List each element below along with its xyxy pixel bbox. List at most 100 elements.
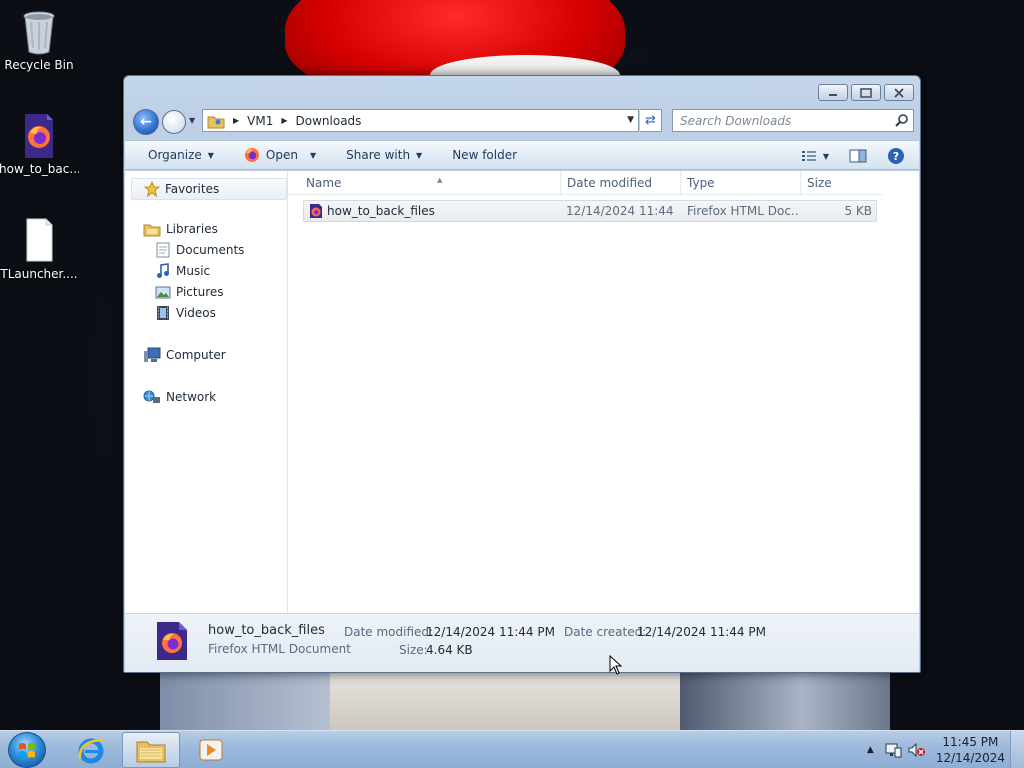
folder-icon [136, 741, 166, 763]
address-history-dropdown[interactable]: ▼ [627, 115, 634, 125]
change-view-button[interactable] [797, 141, 821, 171]
desktop-icon-label: TLauncher.... [0, 267, 78, 281]
organize-label: Organize [148, 148, 202, 162]
star-icon [144, 181, 160, 197]
documents-icon [156, 242, 170, 258]
navigation-pane: Favorites Libraries Documents Music Pict… [125, 171, 288, 613]
mouse-cursor-icon [609, 655, 623, 675]
maximize-button[interactable] [851, 84, 881, 101]
scroll-gutter [883, 171, 919, 613]
view-options-dropdown[interactable]: ▼ [821, 141, 839, 171]
nav-item-computer[interactable]: Computer [143, 347, 226, 363]
taskbar-media-player[interactable] [182, 732, 240, 768]
media-player-icon [199, 739, 223, 761]
help-button[interactable]: ? [877, 141, 919, 171]
caption-buttons [818, 84, 914, 101]
address-row: ← ▼ ▶ VM1 ▶ Downloads ▼ ⇄ Search Downloa… [132, 108, 914, 135]
refresh-icon: ⇄ [645, 113, 656, 128]
nav-item-label: Computer [166, 348, 226, 362]
file-date-modified: 12/14/2024 11:44 ... [566, 204, 678, 218]
table-row[interactable]: how_to_back_files 12/14/2024 11:44 ... F… [303, 200, 877, 222]
volume-muted-icon[interactable] [908, 742, 926, 758]
details-size-value: 4.64 KB [426, 643, 473, 657]
nav-item-network[interactable]: Network [143, 389, 216, 405]
show-desktop-button[interactable] [1010, 731, 1024, 768]
share-with-button[interactable]: Share with ▼ [328, 140, 434, 170]
new-folder-label: New folder [452, 148, 518, 162]
nav-item-music[interactable]: Music [155, 263, 210, 279]
column-header-name[interactable]: Name ▲ [300, 171, 561, 195]
file-type: Firefox HTML Doc... [687, 204, 799, 218]
minimize-icon [829, 93, 837, 96]
column-header-date-modified[interactable]: Date modified [561, 171, 681, 195]
open-button[interactable]: Open ▼ [226, 140, 328, 170]
nav-item-favorites[interactable]: Favorites [131, 178, 287, 200]
refresh-button[interactable]: ⇄ [640, 109, 662, 132]
search-box[interactable]: Search Downloads [672, 109, 914, 132]
nav-item-libraries[interactable]: Libraries [143, 221, 218, 237]
breadcrumb-vm1[interactable]: VM1 [247, 114, 273, 128]
breadcrumb-downloads[interactable]: Downloads [296, 114, 362, 128]
firefox-document-icon [25, 114, 53, 158]
clock-time: 11:45 PM [942, 735, 999, 749]
nav-item-label: Pictures [176, 285, 224, 299]
desktop-icon-tlauncher[interactable]: TLauncher.... [0, 217, 79, 281]
chevron-down-icon: ▼ [822, 151, 829, 161]
chevron-down-icon: ▼ [309, 150, 317, 160]
preview-pane-button[interactable] [839, 141, 877, 171]
taskbar-internet-explorer[interactable] [62, 732, 120, 768]
search-input[interactable]: Search Downloads [680, 114, 791, 128]
music-icon [157, 263, 169, 278]
details-date-modified-value: 12/14/2024 11:44 PM [426, 625, 555, 639]
desktop-icon-label: how_to_bac... [0, 162, 79, 176]
network-icon [143, 390, 160, 403]
show-hidden-icons-arrow[interactable]: ▲ [867, 745, 874, 755]
clock[interactable]: 11:45 PM 12/14/2024 [936, 734, 1005, 766]
recycle-bin-icon [23, 11, 55, 55]
chevron-down-icon: ▼ [207, 150, 214, 160]
minimize-button[interactable] [818, 84, 848, 101]
firefox-document-icon [310, 204, 322, 218]
blank-file-icon [26, 218, 53, 262]
new-folder-button[interactable]: New folder [434, 140, 529, 170]
nav-item-documents[interactable]: Documents [155, 242, 244, 258]
firefox-icon [244, 148, 259, 162]
open-label: Open [265, 148, 298, 162]
column-header-size[interactable]: Size [801, 171, 878, 195]
back-button[interactable]: ← [133, 109, 159, 135]
column-header-type[interactable]: Type [681, 171, 801, 195]
search-icon [895, 114, 908, 127]
windows-logo-icon [19, 743, 35, 758]
start-button[interactable] [8, 732, 46, 768]
details-date-modified-label: Date modified: [344, 625, 434, 639]
desktop-icon-recycle-bin[interactable]: Recycle Bin [0, 8, 79, 72]
address-bar[interactable]: ▶ VM1 ▶ Downloads ▼ [202, 109, 639, 132]
preview-pane-icon [849, 149, 867, 163]
help-icon: ? [888, 148, 904, 164]
explorer-window: ← ▼ ▶ VM1 ▶ Downloads ▼ ⇄ Search Downloa… [123, 75, 921, 673]
nav-item-pictures[interactable]: Pictures [155, 284, 224, 300]
breadcrumb-separator-icon: ▶ [233, 116, 240, 125]
firefox-document-icon [157, 622, 187, 660]
maximize-icon [860, 87, 872, 98]
details-file-name: how_to_back_files [208, 623, 325, 638]
network-tray-icon[interactable] [884, 742, 902, 758]
file-list: Name ▲ Date modified Type Size how_to_ba… [288, 171, 919, 613]
recent-pages-dropdown[interactable]: ▼ [189, 116, 195, 125]
nav-item-label: Network [166, 390, 217, 404]
organize-button[interactable]: Organize ▼ [125, 140, 226, 170]
desktop-icon-label: Recycle Bin [4, 58, 74, 72]
forward-button[interactable] [162, 110, 186, 134]
taskbar-windows-explorer[interactable] [122, 732, 180, 768]
nav-item-label: Favorites [165, 182, 220, 196]
close-button[interactable] [884, 84, 914, 101]
chevron-down-icon: ▼ [416, 150, 423, 160]
wallpaper-neck [330, 672, 680, 730]
desktop-icon-how-to-back-files[interactable]: how_to_bac... [0, 112, 79, 176]
details-pane: how_to_back_files Firefox HTML Document … [125, 613, 919, 672]
nav-item-videos[interactable]: Videos [155, 305, 216, 321]
computer-icon [144, 347, 161, 362]
pictures-icon [155, 286, 171, 299]
nav-item-label: Music [176, 264, 211, 278]
breadcrumb-separator-icon: ▶ [281, 116, 288, 125]
